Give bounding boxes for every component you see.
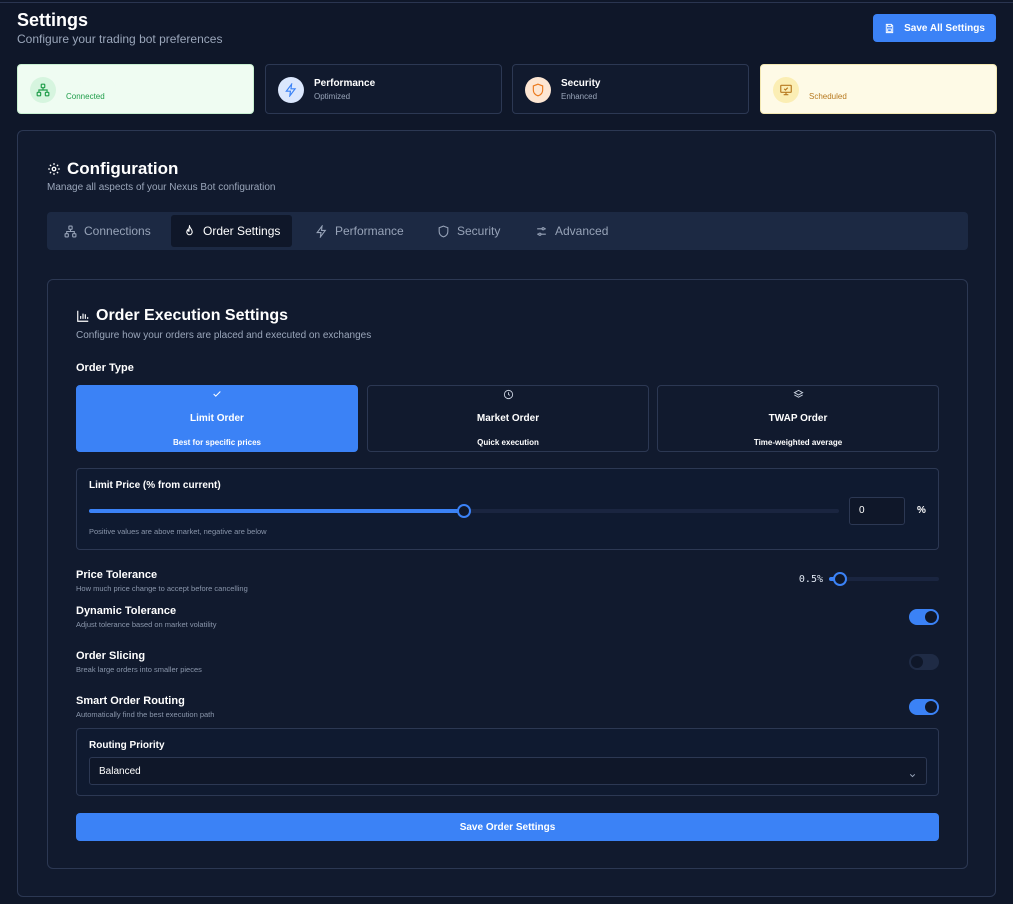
routing-priority-panel: Routing Priority Balanced (76, 728, 939, 796)
setting-title: Smart Order Routing (76, 695, 185, 707)
save-icon (885, 23, 894, 33)
page-subtitle: Configure your trading bot preferences (17, 32, 223, 46)
setting-desc: Break large orders into smaller pieces (76, 665, 202, 674)
status-card-backup: Backup Scheduled (760, 64, 997, 114)
status-card-connection: Connection Connected (17, 64, 254, 114)
tab-label: Connections (84, 224, 151, 238)
tab-connections[interactable]: Connections (52, 215, 163, 247)
order-type-name: Limit Order (190, 413, 244, 424)
setting-title: Dynamic Tolerance (76, 605, 177, 617)
network-icon (64, 225, 77, 237)
smart-routing-row: Smart Order Routing Automatically find t… (76, 695, 939, 725)
limit-price-unit: % (917, 505, 926, 516)
twap-order-option[interactable]: TWAP Order Time-weighted average (657, 385, 939, 452)
monitor-icon (773, 77, 799, 103)
order-execution-heading: Order Execution Settings (76, 307, 288, 325)
status-subtitle: Optimized (314, 92, 351, 101)
routing-priority-label: Routing Priority (89, 740, 165, 751)
status-subtitle: Scheduled (809, 92, 847, 101)
status-title: Connection (66, 78, 121, 89)
save-all-label: Save All Settings (904, 22, 985, 34)
status-card-performance: Performance Optimized (265, 64, 502, 114)
configuration-subtitle: Manage all aspects of your Nexus Bot con… (47, 182, 276, 193)
sliders-icon (537, 226, 546, 236)
tab-performance[interactable]: Performance (303, 215, 416, 247)
limit-price-panel: Limit Price (% from current) 0 % Positiv… (76, 468, 939, 550)
order-type-desc: Quick execution (477, 438, 539, 447)
clock-icon (368, 389, 648, 401)
tab-label: Performance (335, 224, 404, 238)
chevron-down-icon (908, 767, 917, 785)
settings-tabs: Connections Order Settings Performance S… (47, 212, 968, 250)
bolt-icon (316, 224, 327, 238)
status-title: Backup (809, 78, 846, 89)
setting-desc: Adjust tolerance based on market volatil… (76, 620, 217, 629)
setting-desc: How much price change to accept before c… (76, 584, 248, 593)
setting-desc: Automatically find the best execution pa… (76, 710, 215, 719)
status-title: Performance (314, 78, 376, 89)
market-order-option[interactable]: Market Order Quick execution (367, 385, 649, 452)
price-tolerance-row: Price Tolerance How much price change to… (76, 569, 939, 599)
configuration-panel: Configuration Manage all aspects of your… (17, 130, 996, 897)
slider-thumb[interactable] (833, 572, 847, 586)
routing-priority-value: Balanced (99, 766, 141, 777)
dynamic-tolerance-toggle[interactable] (909, 609, 939, 625)
tab-label: Advanced (555, 224, 609, 238)
order-slicing-row: Order Slicing Break large orders into sm… (76, 650, 939, 680)
order-execution-subtitle: Configure how your orders are placed and… (76, 330, 372, 341)
flame-icon (186, 224, 193, 235)
bar-chart-icon (77, 310, 89, 322)
limit-price-label: Limit Price (% from current) (89, 480, 221, 491)
price-tolerance-value: 0.5% (798, 574, 823, 585)
limit-price-hint: Positive values are above market, negati… (89, 527, 267, 536)
toggle-knob (925, 701, 937, 713)
toggle-knob (925, 611, 937, 623)
limit-order-option[interactable]: Limit Order Best for specific prices (76, 385, 358, 452)
routing-priority-select[interactable]: Balanced (89, 757, 927, 785)
slider-thumb[interactable] (457, 504, 471, 518)
toggle-knob (911, 656, 923, 668)
check-icon (77, 389, 357, 401)
order-slicing-toggle[interactable] (909, 654, 939, 670)
configuration-title: Configuration (67, 159, 179, 178)
order-type-desc: Best for specific prices (172, 438, 262, 447)
setting-title: Order Slicing (76, 650, 146, 662)
slider-fill (89, 509, 464, 513)
tab-label: Security (457, 224, 501, 238)
status-title: Security (561, 78, 601, 89)
network-icon (30, 77, 56, 103)
tab-label: Order Settings (203, 224, 281, 238)
limit-price-input[interactable]: 0 (849, 497, 905, 525)
shield-icon (438, 225, 449, 237)
tab-order-settings[interactable]: Order Settings (171, 215, 293, 247)
shield-icon (525, 77, 551, 103)
status-card-security: Security Enhanced (512, 64, 749, 114)
status-subtitle: Connected (66, 92, 105, 101)
order-type-label: Order Type (76, 362, 134, 374)
order-execution-card: Order Execution Settings Configure how y… (47, 279, 968, 869)
setting-title: Price Tolerance (76, 569, 158, 581)
order-type-name: Market Order (476, 413, 540, 424)
top-border (0, 2, 1013, 3)
order-type-desc: Time-weighted average (753, 438, 843, 447)
gear-icon (48, 163, 60, 175)
save-all-settings-button[interactable]: Save All Settings (873, 14, 996, 42)
order-execution-title: Order Execution Settings (96, 307, 289, 324)
bolt-icon (278, 77, 304, 103)
limit-price-slider[interactable] (89, 504, 839, 518)
smart-routing-toggle[interactable] (909, 699, 939, 715)
save-order-settings-button[interactable]: Save Order Settings (76, 813, 939, 841)
tab-advanced[interactable]: Advanced (523, 215, 620, 247)
dynamic-tolerance-row: Dynamic Tolerance Adjust tolerance based… (76, 605, 939, 635)
configuration-heading: Configuration (47, 159, 178, 179)
price-tolerance-slider[interactable] (829, 572, 939, 586)
order-type-name: TWAP Order (768, 413, 828, 424)
status-subtitle: Enhanced (561, 92, 598, 101)
tab-security[interactable]: Security (425, 215, 512, 247)
layers-icon (658, 389, 938, 401)
page-title: Settings (17, 10, 89, 30)
